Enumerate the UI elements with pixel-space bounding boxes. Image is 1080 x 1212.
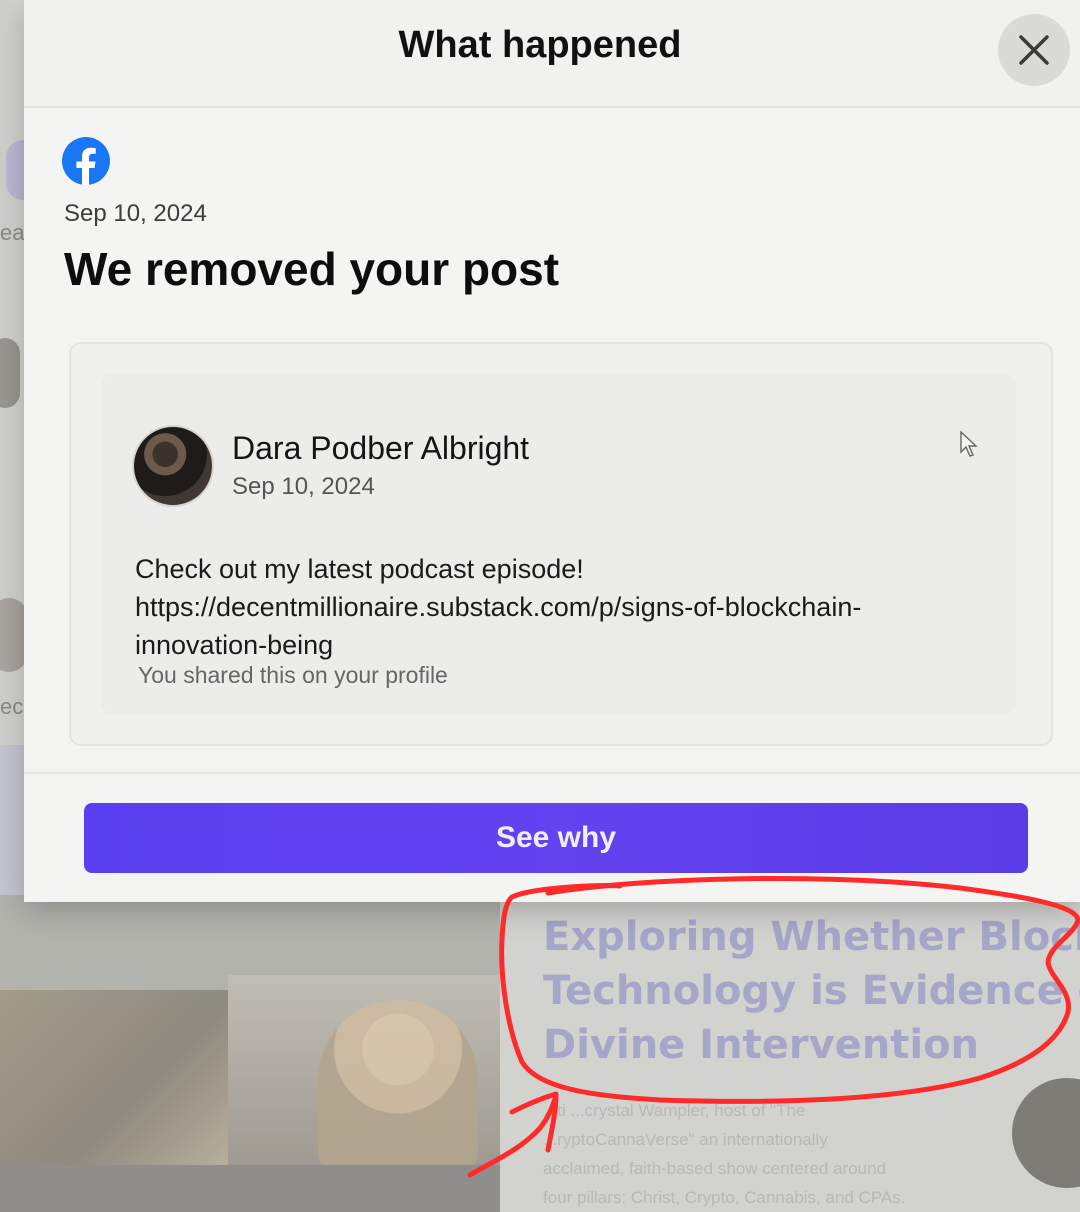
article-description: ...ti ...crystal Wampler, host of "The .… [543, 1096, 1013, 1212]
post-text-line: Check out my latest podcast episode! [135, 554, 584, 584]
post-link[interactable]: https://decentmillionaire.substack.com/p… [135, 588, 955, 626]
dialog-divider [24, 772, 1080, 774]
dialog-title: What happened [398, 24, 682, 66]
facebook-logo-icon [62, 137, 110, 185]
background-avatar [0, 338, 20, 408]
dialog-header: What happened [24, 0, 1080, 108]
video-person-image [318, 1000, 478, 1165]
post-link[interactable]: innovation-being [135, 626, 955, 664]
see-why-button[interactable]: See why [84, 803, 1028, 873]
article-description-line: acclaimed, faith-based show centered aro… [543, 1159, 887, 1178]
author-avatar [132, 425, 214, 507]
article-description-line: ...ti ...crystal Wampler, host of "The [543, 1101, 806, 1120]
post-date: Sep 10, 2024 [232, 473, 375, 500]
shared-note: You shared this on your profile [138, 662, 448, 688]
video-controls-bar [0, 1165, 500, 1212]
video-thumbnail [0, 990, 228, 1165]
article-description-line: ...ryptoCannaVerse" an internationally [543, 1130, 828, 1149]
what-happened-dialog: What happened Sep 10, 2024 We removed yo… [24, 0, 1080, 902]
article-description-line: four pillars: Christ, Crypto, Cannabis, … [543, 1188, 906, 1207]
notice-heading: We removed your post [64, 243, 560, 295]
article-title[interactable]: Exploring Whether Blockcha Technology is… [543, 910, 1080, 1072]
article-title-line: Exploring Whether Blockcha [543, 914, 1080, 960]
article-title-line: Technology is Evidence of [543, 968, 1080, 1014]
notice-date: Sep 10, 2024 [64, 200, 207, 227]
article-title-line: Divine Intervention [543, 1022, 980, 1068]
screen: eat eck c Exploring Whether Blockcha Tec… [0, 0, 1080, 1212]
post-author-name: Dara Podber Albright [232, 430, 530, 466]
mouse-cursor-icon [960, 430, 978, 457]
close-icon [1019, 35, 1049, 65]
post-body-text: Check out my latest podcast episode! htt… [135, 550, 955, 664]
close-button[interactable] [998, 14, 1070, 86]
